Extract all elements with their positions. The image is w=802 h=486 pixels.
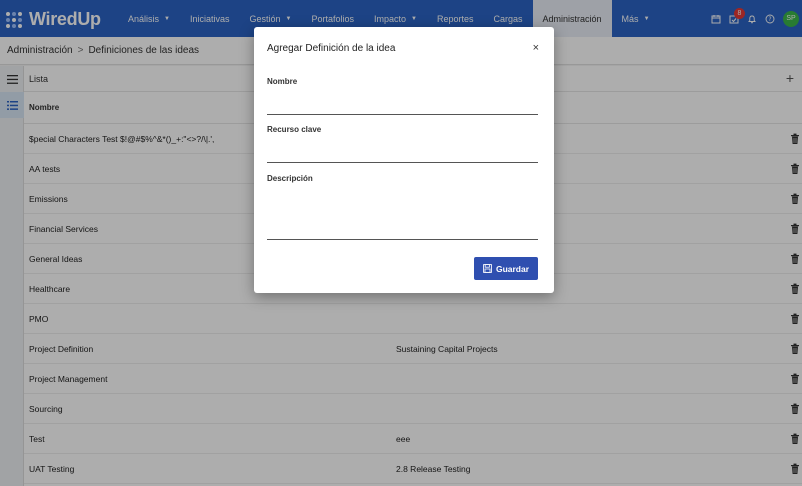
add-idea-definition-dialog: Agregar Definición de la idea × Nombre R… <box>254 27 554 293</box>
descripcion-textarea[interactable] <box>267 186 538 238</box>
descripcion-label: Descripción <box>267 174 313 183</box>
save-icon <box>483 264 492 273</box>
save-button[interactable]: Guardar <box>474 257 538 280</box>
dialog-title: Agregar Definición de la idea <box>267 43 396 54</box>
recurso-clave-underline <box>267 162 538 163</box>
save-button-label: Guardar <box>495 263 530 274</box>
descripcion-underline <box>267 239 538 240</box>
nombre-input-underline <box>267 114 538 115</box>
recurso-clave-label: Recurso clave <box>267 125 322 134</box>
recurso-clave-input[interactable] <box>267 137 538 161</box>
close-icon[interactable]: × <box>533 42 539 54</box>
nombre-label: Nombre <box>267 77 298 86</box>
nombre-input[interactable] <box>267 89 538 113</box>
